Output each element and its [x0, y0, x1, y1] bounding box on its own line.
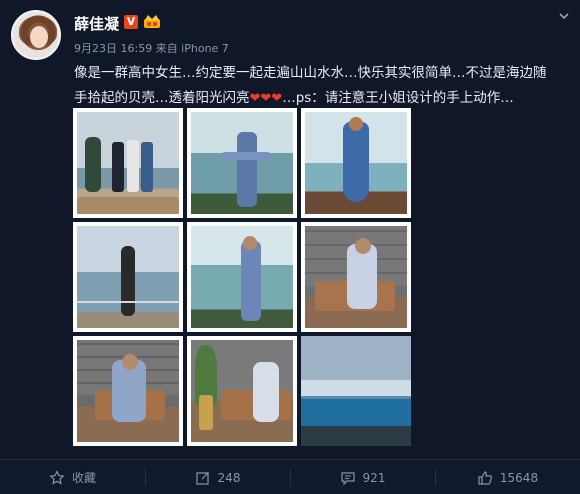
photo-4[interactable] — [73, 222, 183, 332]
photo-9[interactable] — [301, 336, 411, 446]
photo-7[interactable] — [73, 336, 183, 446]
like-count: 15648 — [499, 470, 539, 485]
crown-badge-icon — [144, 15, 160, 28]
comment-count: 921 — [362, 470, 386, 485]
chevron-down-icon[interactable] — [558, 10, 570, 22]
like-button[interactable]: 15648 — [435, 460, 580, 494]
repost-count: 248 — [217, 470, 241, 485]
photo-6[interactable] — [301, 222, 411, 332]
username[interactable]: 薛佳凝 — [74, 13, 119, 34]
post-meta: 9月23日 16:59 来自 iPhone 7 — [74, 42, 229, 55]
action-bar: 收藏 248 921 15648 — [0, 459, 580, 494]
photo-1[interactable] — [73, 108, 183, 218]
photo-8[interactable] — [187, 336, 297, 446]
favorite-button[interactable]: 收藏 — [0, 460, 145, 494]
repost-button[interactable]: 248 — [145, 460, 290, 494]
avatar-face — [30, 26, 48, 48]
photo-2[interactable] — [187, 108, 297, 218]
favorite-label: 收藏 — [71, 471, 96, 485]
post-text-line-2a: 手拾起的贝壳…透着阳光闪亮 — [74, 90, 250, 106]
comment-icon — [340, 471, 355, 485]
photo-3[interactable] — [301, 108, 411, 218]
post-text-line-1: 像是一群高中女生…约定要一起走遍山山水水…快乐其实很简单…不过是海边随 — [74, 65, 547, 81]
verified-badge: V — [124, 15, 138, 29]
weibo-post-card: 薛佳凝 V 9月23日 16:59 来自 iPhone 7 像是一群高中女生…约… — [0, 0, 580, 494]
comment-button[interactable]: 921 — [290, 460, 435, 494]
repost-icon — [195, 471, 209, 485]
post-text-line-2b: …ps：请注意王小姐设计的手上动作… — [282, 90, 514, 106]
photo-5[interactable] — [187, 222, 297, 332]
avatar[interactable] — [11, 10, 61, 60]
star-icon — [49, 469, 65, 485]
heart-emojis: ❤❤❤ — [249, 91, 283, 106]
thumbs-up-icon — [478, 470, 493, 485]
post-text: 像是一群高中女生…约定要一起走遍山山水水…快乐其实很简单…不过是海边随 手拾起的… — [74, 61, 566, 111]
